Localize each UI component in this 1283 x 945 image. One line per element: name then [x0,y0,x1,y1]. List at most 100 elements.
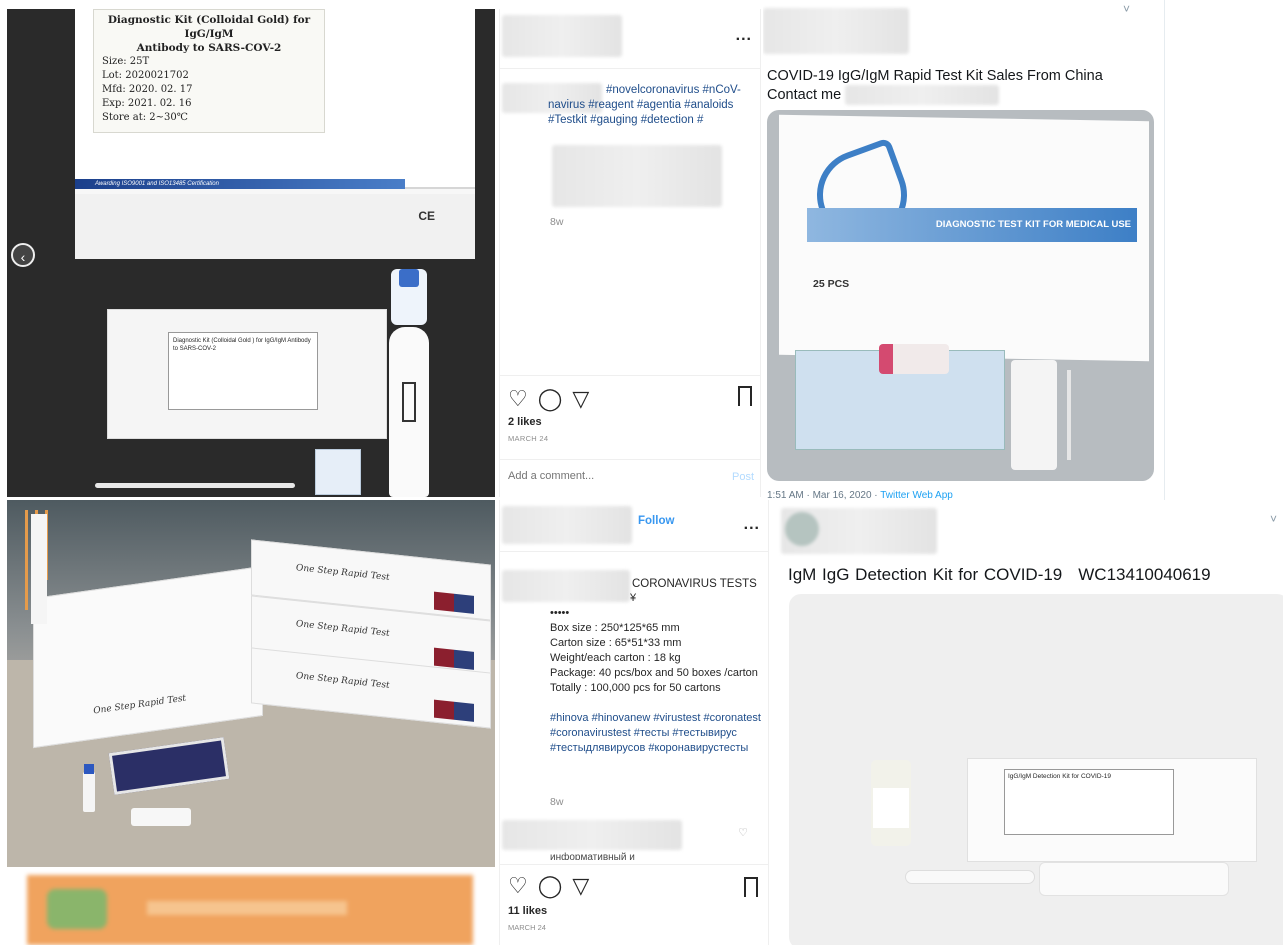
username-redacted [502,506,632,544]
test-pouch: Diagnostic Kit (Colloidal Gold ) for IgG… [107,309,387,439]
tweet-text: IgM IgG Detection Kit for COVID-19 WC1341… [788,565,1211,585]
label-title-line1: Diagnostic Kit (Colloidal Gold) for IgG/… [107,14,311,40]
tweet-user-redacted [781,508,937,554]
tweet-text-body: IgM IgG Detection Kit for COVID-19 [788,565,1063,584]
chevron-down-icon[interactable]: ˅ [1123,2,1130,16]
desiccant-pack [315,449,361,495]
ce-mark: CE [418,209,435,223]
box-brand-text: One Step Rapid Test [296,563,390,583]
pouch-label: Diagnostic Kit (Colloidal Gold ) for IgG… [168,332,318,410]
caption-line: Weight/each carton : 18 kg [550,652,681,664]
box-logo-squares [434,699,474,722]
post-header: Follow ... [500,500,768,552]
contact-redacted [845,85,1000,105]
post-header: ... [500,9,760,69]
label-row-exp: Exp: 2021. 02. 16 [102,98,192,109]
image-pcs-label: 25 PCS [813,278,850,290]
caption-redacted-block [552,145,722,207]
comment-bar: Post [500,459,760,497]
test-cassette [389,327,429,497]
box-logo-squares [434,591,474,614]
post-comment-button[interactable]: Post [732,471,754,483]
box-brand-text: One Step Rapid Test [296,671,390,691]
buffer-bottle [871,760,911,846]
avatar[interactable] [785,512,819,546]
caption-line: ••••• [550,607,570,619]
caption-line: Box size : 250*125*65 mm [550,622,680,634]
share-icon[interactable]: ▽ [572,873,589,899]
post-date: MARCH 24 [508,434,549,443]
comment-row: ♡ информативный и познавательный пост! [500,814,768,862]
likes-count[interactable]: 2 likes [508,416,542,428]
bottle-cap [84,764,94,774]
comment-text: информативный и познавательный пост! [550,852,635,860]
instagram-post-1: ... #novelcoronavirus #nCoV-navirus #rea… [499,9,761,497]
likes-count[interactable]: 11 likes [508,905,547,917]
action-icons: ♡ ◯ ▽ [508,873,599,899]
share-icon[interactable]: ▽ [572,386,589,412]
tweet-text: COVID-19 IgG/IgM Rapid Test Kit Sales Fr… [767,67,1137,105]
caption-line: Carton size : 65*51*33 mm [550,637,682,649]
comment-icon[interactable]: ◯ [538,386,563,412]
post-date: MARCH 24 [508,923,546,932]
blurred-banner-image [27,875,473,945]
instagram-post-2: Follow ... CORONAVIRUS TESTS ¥ ••••• Box… [499,500,769,945]
tweet-image[interactable]: DIAGNOSTIC TEST KIT FOR MEDICAL USE 25 P… [767,110,1154,481]
certification-stripe: Awarding ISO9001 and ISO13485 Certificat… [75,179,405,189]
chevron-down-icon[interactable]: ˅ [1270,512,1277,526]
heart-icon[interactable]: ♡ [508,386,528,412]
buffer-bottle [83,764,95,812]
follow-button[interactable]: Follow [638,515,674,527]
dropper-pipette [905,870,1035,884]
chevron-left-icon[interactable]: ‹ [11,243,35,267]
bookmark-icon[interactable] [744,877,758,897]
comment-like-icon[interactable]: ♡ [738,826,748,839]
bookmark-icon[interactable] [738,386,752,406]
post-photo-rapid-test-boxes: One Step Rapid Test One Step Rapid Test … [7,500,495,867]
comment-icon[interactable]: ◯ [538,873,563,899]
tweet-timestamp[interactable]: 1:51 AM · Mar 16, 2020 · [767,490,880,500]
test-cassette [131,808,191,826]
label-row-size: Size: 25T [102,56,150,67]
post-actions: ♡ ◯ ▽ 11 likes MARCH 24 [500,864,768,945]
bottle-cap [399,269,419,287]
more-options-icon[interactable]: ... [736,27,752,45]
label-row-mfd: Mfd: 2020. 02. 17 [102,84,193,95]
post-age[interactable]: 8w [550,796,563,808]
comment-input[interactable] [508,470,708,482]
image-cassette [1011,360,1057,470]
test-cassette [1039,862,1229,896]
image-pipette [1067,370,1071,460]
more-options-icon[interactable]: ... [744,516,760,534]
pouch-label: IgG/IgM Detection Kit for COVID-19 [1004,769,1174,835]
cassette-window [402,382,416,422]
username-redacted [502,15,622,57]
caption-title: CORONAVIRUS TESTS [632,578,757,590]
label-row-store: Store at: 2~30℃ [102,112,188,123]
tweet-image[interactable]: IgG/IgM Detection Kit for COVID-19 [789,594,1283,945]
open-box-lid [31,514,47,624]
caption-line: Package: 40 pcs/box and 50 boxes /carton [550,667,758,679]
bottle-label [873,788,909,828]
tweet-product-code: WC13410040619 [1078,565,1211,584]
tweet-meta: 1:51 AM · Mar 16, 2020 · Twitter Web App [767,490,953,500]
caption-username-redacted [502,570,630,602]
tweet-source-link[interactable]: Twitter Web App [880,490,953,500]
caption-hashtags: #hinova #hinovanew #virustest #coronates… [550,712,761,754]
caption-hashtags: #novelcoronavirus #nCoV-navirus #reagent… [548,84,741,126]
post-age[interactable]: 8w [550,216,563,228]
banner-graphic [47,889,107,929]
caption-body: ••••• Box size : 250*125*65 mm Carton si… [550,606,764,756]
label-title-line2: Antibody to SARS-COV-2 [136,42,282,54]
tweet-1: ˅ COVID-19 IgG/IgM Rapid Test Kit Sales … [763,0,1165,500]
image-box-band: DIAGNOSTIC TEST KIT FOR MEDICAL USE [807,208,1137,242]
caption-currency: ¥ [630,592,637,604]
decor-line [25,510,28,610]
buffer-bottle [391,269,427,325]
heart-icon[interactable]: ♡ [508,873,528,899]
box-brand-text: One Step Rapid Test [296,619,390,639]
box-front [75,194,475,259]
commenter-redacted [502,820,682,850]
test-pouch: IgG/IgM Detection Kit for COVID-19 [967,758,1257,862]
